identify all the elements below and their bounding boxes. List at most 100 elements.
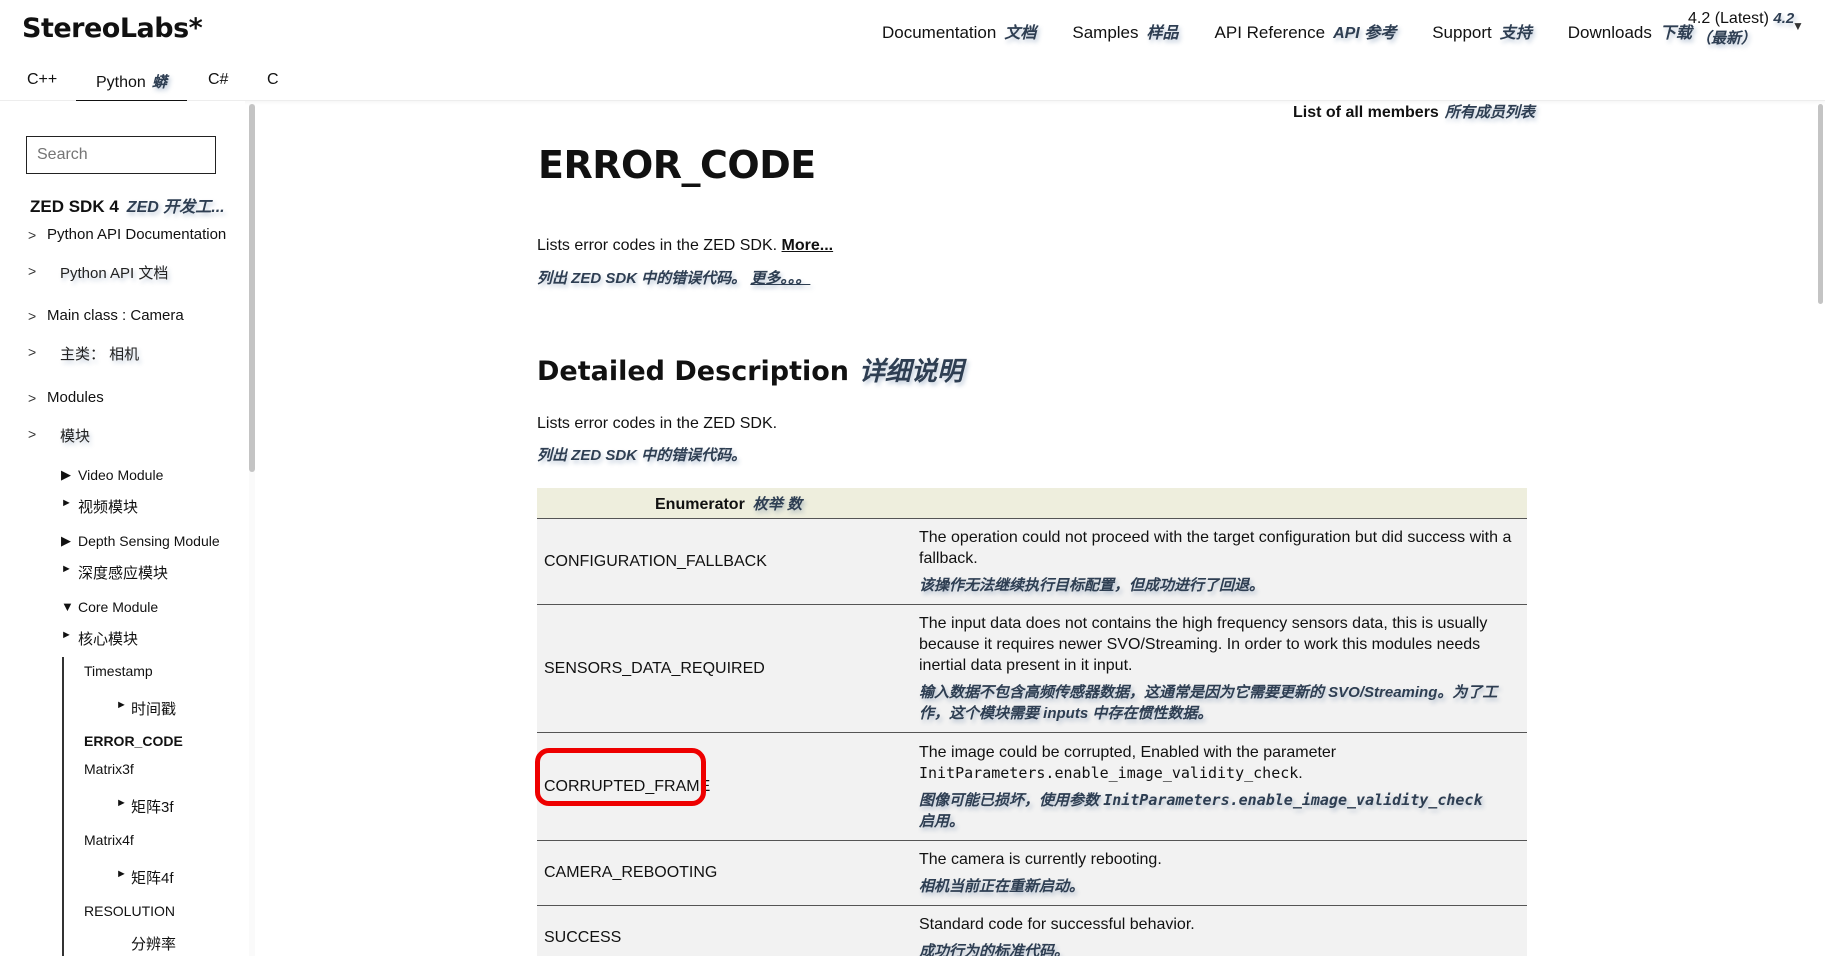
more-link[interactable]: More... (782, 237, 834, 254)
tab-c[interactable]: C (267, 71, 279, 89)
sidebar-item-matrix4f[interactable]: Matrix4f (84, 832, 134, 848)
tab-label: C# (208, 71, 229, 88)
detail-text-zh: 列出 ZED SDK 中的错误代码。 (537, 447, 747, 464)
chevron-right-icon[interactable]: > (28, 390, 36, 406)
detailed-description-heading: Detailed Description 详细说明 (537, 351, 963, 388)
brief-text: Lists error codes in the ZED SDK. More..… (537, 237, 833, 255)
enum-name: SENSORS_DATA_REQUIRED (537, 604, 919, 733)
pointer-icon: ► (61, 629, 72, 641)
page-title: ERROR_CODE (538, 143, 816, 187)
sidebar-item-camera[interactable]: Main class : Camera (47, 307, 184, 324)
desc-text-zh: 相机当前正在重新启动。 (919, 878, 1085, 895)
code-parameter: InitParameters.enable_image_validity_che… (919, 763, 1299, 782)
tree-line (62, 657, 64, 956)
chevron-right-icon[interactable]: > (28, 263, 36, 279)
enum-description: The input data does not contains the hig… (919, 604, 1527, 733)
desc-text: The operation could not proceed with the… (919, 529, 1512, 567)
sidebar-item-modules-zh[interactable]: 模块 (60, 425, 90, 446)
sdk-title[interactable]: ZED SDK 4 ZED 开发工... (30, 193, 225, 217)
chevron-down-icon[interactable]: ▼ (1792, 19, 1804, 33)
enum-name: SUCCESS (537, 905, 919, 956)
nav-downloads[interactable]: Downloads 下载 (1568, 19, 1692, 43)
sidebar: ZED SDK 4 ZED 开发工... > Python API Documen… (0, 101, 245, 956)
chevron-right-icon[interactable]: > (28, 344, 36, 360)
tab-cpp[interactable]: C++ (27, 71, 57, 89)
chevron-right-icon[interactable]: > (28, 426, 36, 442)
sidebar-item-resolution-zh[interactable]: 分辨率 (131, 933, 176, 954)
members-link-zh: 所有成员列表 (1444, 104, 1535, 121)
tab-label: C++ (27, 71, 58, 88)
top-header: StereoLabs* Documentation 文档 Samples 样品 AP… (0, 0, 1825, 59)
sidebar-item-matrix4f-zh[interactable]: 矩阵4f (131, 867, 174, 888)
pointer-icon: ► (61, 497, 72, 509)
nav-label-zh: API 参考 (1333, 25, 1397, 42)
sidebar-item-depth-module[interactable]: Depth Sensing Module (78, 533, 220, 549)
sidebar-item-camera-zh[interactable]: 主类： 相机 (60, 343, 139, 364)
language-tabs: C++ Python 蟒 C# C (0, 58, 1825, 102)
sidebar-item-python-api[interactable]: Python API Documentation (47, 226, 226, 243)
sidebar-scrollbar-thumb[interactable] (249, 104, 255, 472)
enum-name: CAMERA_REBOOTING (537, 840, 919, 906)
table-row: CAMERA_REBOOTING The camera is currently… (537, 840, 1527, 906)
table-header-row: Enumerator 枚举 数 (537, 488, 1527, 519)
triangle-right-icon[interactable]: ▶ (61, 467, 71, 483)
top-nav: Documentation 文档 Samples 样品 API Reference A… (882, 19, 1728, 43)
nav-label: API Reference (1214, 23, 1326, 42)
brief-zh-label: 列出 ZED SDK 中的错误代码。 (537, 270, 747, 287)
table-header-zh: 枚举 数 (752, 495, 802, 513)
sidebar-item-error-code[interactable]: ERROR_CODE (84, 733, 183, 749)
nav-samples[interactable]: Samples 样品 (1072, 19, 1178, 43)
main-scrollbar-thumb[interactable] (1818, 104, 1823, 304)
sidebar-item-matrix3f[interactable]: Matrix3f (84, 761, 134, 777)
tab-python[interactable]: Python 蟒 (76, 71, 187, 102)
sidebar-item-video-module[interactable]: Video Module (78, 467, 163, 483)
nav-label: Support (1432, 23, 1492, 42)
nav-label-zh: 支持 (1499, 25, 1532, 42)
nav-api-reference[interactable]: API Reference API 参考 (1215, 19, 1397, 43)
chevron-right-icon[interactable]: > (28, 227, 36, 243)
sidebar-item-depth-module-zh[interactable]: 深度感应模块 (78, 562, 168, 583)
main-content: List of all members 所有成员列表 ERROR_CODE Lis… (256, 101, 1816, 956)
enum-name: CONFIGURATION_FALLBACK (537, 518, 919, 605)
nav-documentation[interactable]: Documentation 文档 (882, 19, 1036, 43)
triangle-down-icon[interactable]: ▼ (61, 599, 74, 614)
list-all-members-link[interactable]: List of all members 所有成员列表 (1293, 101, 1535, 122)
desc-zh-end: 启用。 (919, 812, 965, 830)
nav-label-zh: 文档 (1004, 25, 1037, 42)
version-selector[interactable]: 4.2 (Latest) 4.2 （最新） (1688, 9, 1794, 49)
chevron-right-icon[interactable]: > (28, 308, 36, 324)
sidebar-item-core-module[interactable]: Core Module (78, 599, 158, 615)
brief-label: Lists error codes in the ZED SDK. (537, 237, 778, 254)
tab-label: C (267, 71, 279, 88)
pointer-icon: ► (116, 797, 127, 809)
sidebar-item-python-api-zh[interactable]: Python API 文档 (60, 262, 168, 283)
desc-text-zh: 成功行为的标准代码。 (919, 943, 1070, 956)
table-header: Enumerator 枚举 数 (537, 488, 1527, 519)
sidebar-item-timestamp-zh[interactable]: 时间戳 (131, 698, 176, 719)
nav-label: Documentation (882, 23, 997, 42)
table-row: CONFIGURATION_FALLBACK The operation cou… (537, 518, 1527, 605)
more-link-zh[interactable]: 更多。。。 (750, 270, 810, 287)
sidebar-item-timestamp[interactable]: Timestamp (84, 663, 153, 679)
tab-label: Python (96, 74, 146, 91)
pointer-icon: ► (116, 868, 127, 880)
nav-support[interactable]: Support 支持 (1432, 19, 1532, 43)
sidebar-item-core-module-zh[interactable]: 核心模块 (78, 628, 138, 649)
sidebar-item-modules[interactable]: Modules (47, 389, 104, 406)
desc-text: The image could be corrupted, Enabled wi… (919, 743, 1337, 761)
desc-text-zh: 图像可能已损坏，使用参数 InitParameters.enable_image… (919, 790, 1517, 832)
desc-text-end: . (1298, 764, 1303, 782)
tab-csharp[interactable]: C# (208, 71, 228, 89)
desc-text: The input data does not contains the hig… (919, 615, 1488, 674)
sidebar-item-video-module-zh[interactable]: 视频模块 (78, 496, 138, 517)
pointer-icon: ► (61, 563, 72, 575)
heading-label: Detailed Description (537, 356, 850, 387)
enumerator-table: Enumerator 枚举 数 CONFIGURATION_FALLBACK Th… (537, 488, 1527, 956)
sidebar-item-matrix3f-zh[interactable]: 矩阵3f (131, 796, 174, 817)
search-input[interactable] (26, 136, 216, 174)
brand-logo[interactable]: StereoLabs* (22, 13, 203, 44)
enum-description: Standard code for successful behavior. 成功… (919, 905, 1527, 956)
table-row: CORRUPTED_FRAME The image could be corru… (537, 732, 1527, 841)
sidebar-item-resolution[interactable]: RESOLUTION (84, 903, 175, 919)
triangle-right-icon[interactable]: ▶ (61, 533, 71, 549)
